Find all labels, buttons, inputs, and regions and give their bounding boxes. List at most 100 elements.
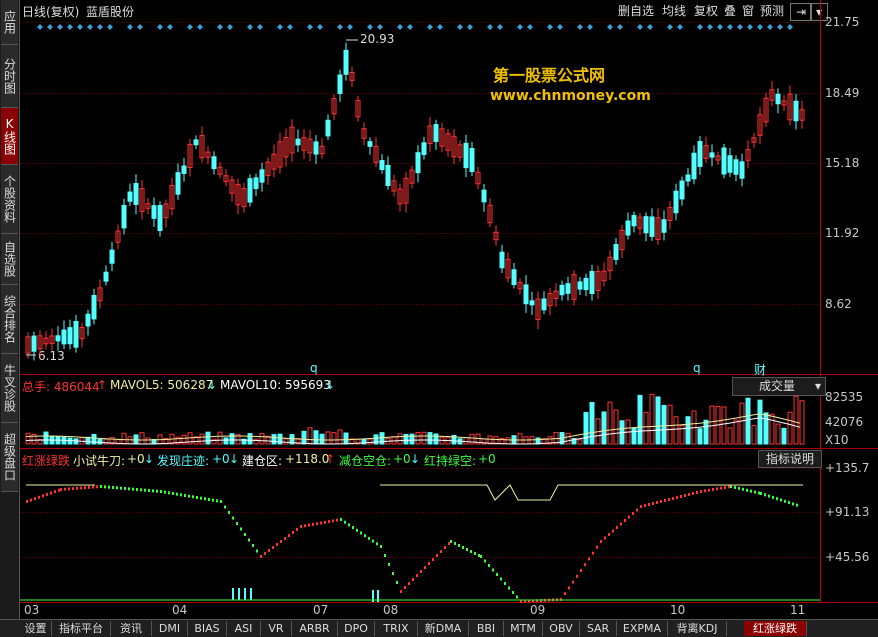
indicator-dot [788, 501, 790, 505]
candle-body [541, 298, 547, 311]
candle-body [631, 215, 637, 227]
indicator-dot [436, 554, 438, 557]
tab-sar[interactable]: SAR [580, 621, 617, 636]
indicator-dot [188, 494, 190, 498]
indicator-dot [280, 540, 282, 543]
indicator-dot [664, 499, 666, 502]
indicator-dot [484, 559, 486, 563]
indicator-dot [588, 557, 590, 561]
tab-obv[interactable]: OBV [543, 621, 580, 636]
signal-diamond-icon [57, 24, 63, 30]
indicator-dot [96, 485, 98, 489]
tab-arbr[interactable]: ARBR [292, 621, 338, 636]
volume-bar [91, 434, 97, 445]
indicator-dot [68, 487, 70, 491]
volume-bar [703, 419, 709, 445]
indicator-dot [708, 488, 710, 492]
tab-mtm[interactable]: MTM [504, 621, 543, 636]
tab-red-up-green-down[interactable]: 红涨绿跌 [744, 621, 807, 636]
tab-dpo[interactable]: DPO [338, 621, 375, 636]
candle-body [337, 74, 343, 94]
signal-diamond-icon [647, 24, 653, 30]
indicator-dot [392, 572, 394, 575]
tab-asi[interactable]: ASI [227, 621, 261, 636]
indicator-dot [428, 562, 430, 565]
indicator-dot [776, 497, 778, 501]
indicator-dot [656, 501, 658, 504]
volume-bar [739, 402, 745, 445]
signal-diamond-icon [467, 24, 473, 30]
indicator-dot [64, 487, 66, 491]
indicator-dot [408, 582, 410, 585]
signal-diamond-icon [37, 24, 43, 30]
indicator-dot [750, 489, 752, 493]
candle-body [529, 300, 535, 306]
indicator-dot [668, 498, 670, 501]
indicator-dot [308, 523, 310, 527]
indicator-dot [220, 500, 222, 503]
candle-body [133, 183, 139, 205]
indicator-dot [140, 488, 142, 492]
volume-bar [661, 404, 667, 445]
signal-diamond-icon [697, 24, 703, 30]
tab-dmi[interactable]: DMI [152, 621, 188, 636]
indicator-dot [780, 498, 782, 502]
volume-bar [721, 406, 727, 445]
volume-bar [601, 411, 607, 445]
volume-bar [643, 411, 649, 445]
candle-body [643, 216, 649, 234]
volume-bar [583, 412, 589, 445]
volume-bar [271, 434, 277, 445]
indicator-dot [584, 563, 586, 567]
volume-bar [25, 432, 31, 445]
signal-diamond-icon [577, 24, 583, 30]
indicator-dot [172, 492, 174, 495]
tab-vr[interactable]: VR [261, 621, 292, 636]
volume-bar [793, 395, 799, 445]
candle-body [253, 177, 259, 190]
candle-body [673, 190, 679, 214]
volume-bar [307, 427, 313, 445]
indicator-dot [624, 519, 626, 522]
candle-body [127, 191, 133, 202]
candle-body [109, 249, 115, 264]
tab-divergence-kdj[interactable]: 背离KDJ [668, 621, 727, 636]
signal-diamond-icon [667, 24, 673, 30]
volume-bar [799, 400, 805, 445]
stock-chart-canvas[interactable] [0, 0, 878, 636]
indicator-dot [440, 550, 442, 553]
signal-diamond-icon [487, 24, 493, 30]
tab-settings[interactable]: 设置 [20, 621, 52, 636]
candle-body [727, 155, 733, 173]
indicator-dot [148, 489, 150, 492]
indicator-dot [720, 486, 722, 490]
signal-diamond-icon [257, 24, 263, 30]
volume-bar [769, 413, 775, 445]
tab-new-dma[interactable]: 新DMA [418, 621, 469, 636]
tab-trix[interactable]: TRIX [375, 621, 418, 636]
volume-bar [397, 433, 403, 445]
tab-news[interactable]: 资讯 [111, 621, 152, 636]
indicator-dot [404, 586, 406, 589]
tab-expma[interactable]: EXPMA [617, 621, 668, 636]
candle-body [415, 152, 421, 174]
indicator-dot [244, 533, 246, 536]
tab-bbi[interactable]: BBI [469, 621, 504, 636]
volume-bar [205, 431, 211, 445]
indicator-dot [60, 488, 62, 491]
indicator-dot [672, 497, 674, 500]
indicator-dot [26, 500, 28, 503]
indicator-dot [320, 521, 322, 525]
candle-body [697, 141, 703, 167]
indicator-dot [54, 490, 56, 494]
tab-bias[interactable]: BIAS [188, 621, 227, 636]
indicator-dot [758, 491, 760, 495]
indicator-dot [616, 526, 618, 529]
indicator-dot [742, 487, 744, 491]
signal-diamond-icon [427, 24, 433, 30]
tab-indicator-platform[interactable]: 指标平台 [52, 621, 111, 636]
indicator-dot [764, 493, 766, 497]
signal-diamond-icon [587, 24, 593, 30]
candle-body [709, 152, 715, 158]
indicator-dot [636, 508, 638, 512]
